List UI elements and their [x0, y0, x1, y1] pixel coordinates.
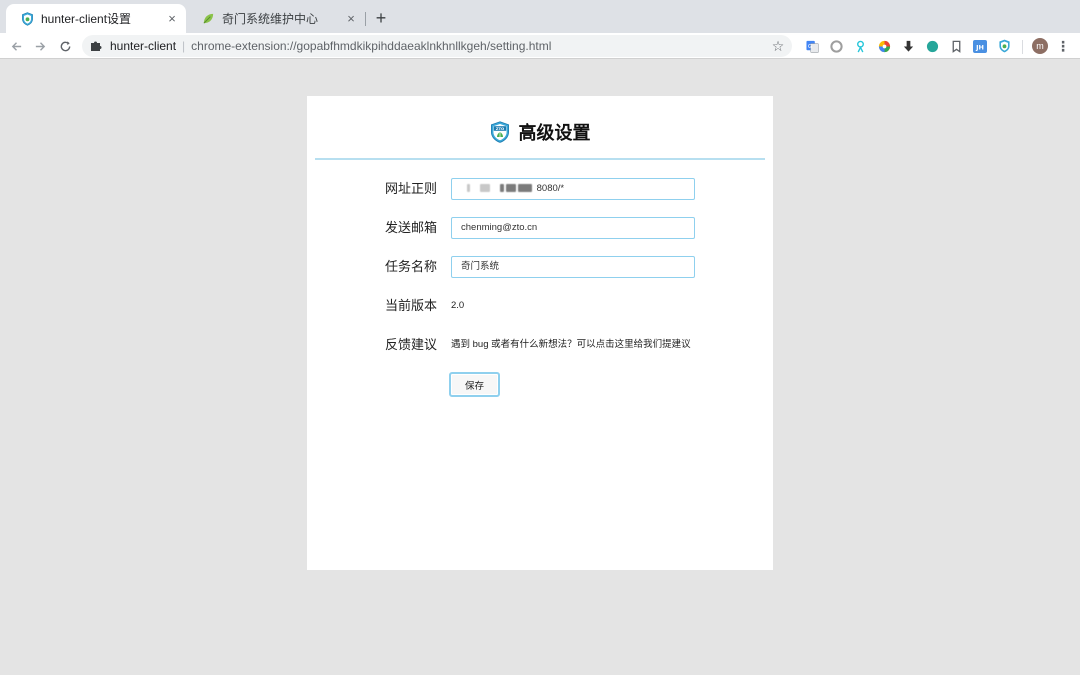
color-wheel-icon[interactable] [877, 39, 891, 53]
task-name-row: 任务名称 奇门系统 [307, 256, 773, 278]
svg-text:G: G [807, 43, 811, 49]
bookmark-icon[interactable] [949, 39, 963, 53]
bookmark-star-icon[interactable]: ☆ [770, 38, 786, 55]
close-tab-icon[interactable]: × [343, 11, 359, 27]
tab-title: hunter-client设置 [41, 12, 132, 26]
redacted-text [467, 183, 534, 194]
email-input[interactable]: chenming@zto.cn [451, 217, 695, 239]
tab-separator [365, 12, 366, 26]
feedback-link[interactable]: 遇到 bug 或者有什么新想法？可以点击这里给我们提建议 [451, 334, 691, 356]
browser-toolbar: hunter-client | chrome-extension://gopab… [0, 33, 1080, 59]
leaf-icon [201, 12, 215, 26]
teal-dot-icon[interactable] [925, 39, 939, 53]
tab-title: 奇门系统维护中心 [222, 12, 319, 26]
settings-card: ZTO 高级设置 网址正则 8080/* 发送邮箱 chenming@zto.c… [307, 96, 773, 570]
person-icon[interactable] [853, 39, 867, 53]
zto-shield-icon[interactable] [997, 39, 1011, 53]
email-label: 发送邮箱 [385, 220, 438, 235]
address-bar[interactable]: hunter-client | chrome-extension://gopab… [82, 35, 792, 57]
feedback-row: 反馈建议 遇到 bug 或者有什么新想法？可以点击这里给我们提建议 [307, 334, 773, 356]
url-regex-label: 网址正则 [385, 181, 438, 196]
feedback-label: 反馈建议 [385, 337, 438, 352]
header-divider [315, 158, 765, 160]
task-name-label: 任务名称 [385, 259, 438, 274]
translate-icon[interactable]: G [805, 39, 819, 53]
new-tab-button[interactable]: + [372, 8, 390, 28]
tab-strip: hunter-client设置 × 奇门系统维护中心 × + [0, 0, 1080, 33]
extension-puzzle-icon [90, 39, 104, 53]
email-row: 发送邮箱 chenming@zto.cn [307, 217, 773, 239]
card-header: ZTO 高级设置 [307, 118, 773, 146]
url-regex-value: 8080/* [536, 183, 565, 194]
toolbar-divider [1022, 40, 1023, 54]
tab-hunter-client-settings[interactable]: hunter-client设置 × [6, 4, 186, 33]
jh-badge-text: JH [975, 43, 984, 51]
save-button[interactable]: 保存 [449, 372, 500, 397]
reload-icon[interactable] [56, 37, 74, 55]
back-arrow-icon[interactable] [7, 37, 25, 55]
url-regex-row: 网址正则 8080/* [307, 178, 773, 200]
circle-icon[interactable] [829, 39, 843, 53]
browser-menu-icon[interactable]: ⋮ [1056, 38, 1070, 54]
zto-shield-icon [20, 11, 34, 26]
close-tab-icon[interactable]: × [164, 11, 180, 27]
tab-qimen-maintenance[interactable]: 奇门系统维护中心 × [187, 4, 365, 33]
version-row: 当前版本 2.0 [307, 295, 773, 317]
version-label: 当前版本 [385, 298, 438, 313]
address-url[interactable]: chrome-extension://gopabfhmdkikpihddaeak… [191, 39, 770, 53]
address-separator: | [182, 39, 186, 53]
task-name-input[interactable]: 奇门系统 [451, 256, 695, 278]
zto-logo-icon: ZTO [490, 121, 509, 143]
page-title: 高级设置 [518, 123, 591, 143]
url-regex-input[interactable]: 8080/* [451, 178, 695, 200]
version-value: 2.0 [451, 300, 465, 311]
download-arrow-icon[interactable] [901, 39, 915, 53]
address-site-name: hunter-client [110, 39, 177, 53]
profile-avatar[interactable]: m [1032, 38, 1048, 54]
logo-text: ZTO [495, 126, 504, 131]
forward-arrow-icon[interactable] [31, 37, 49, 55]
jh-badge-icon[interactable]: JH [973, 39, 987, 53]
